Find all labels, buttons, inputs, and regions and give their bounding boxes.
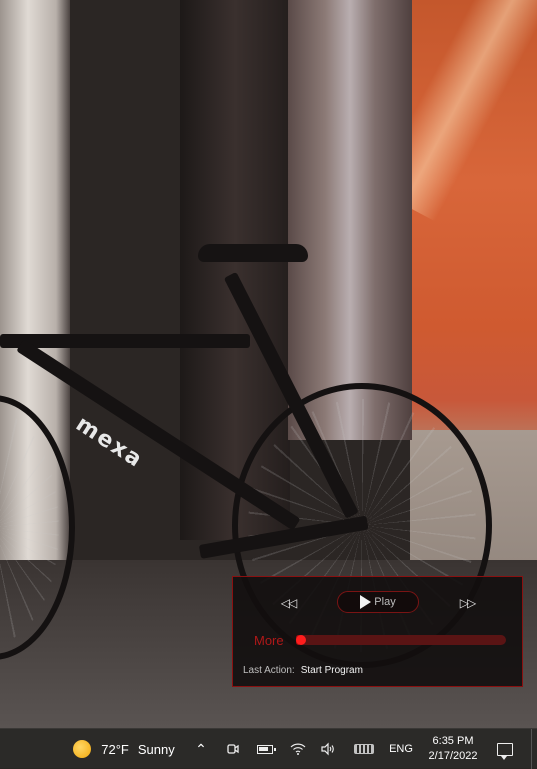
- last-action-value: Start Program: [300, 665, 363, 676]
- bicycle-seat: [198, 244, 308, 262]
- weather-condition: Sunny: [137, 741, 175, 757]
- more-button[interactable]: More: [254, 633, 284, 648]
- touch-keyboard-button[interactable]: [351, 729, 377, 769]
- show-desktop-button[interactable]: [531, 729, 537, 769]
- play-button[interactable]: Play: [337, 591, 419, 613]
- playback-controls: ◁◁ Play ▷▷: [233, 591, 522, 615]
- rewind-icon: ◁◁: [280, 596, 298, 610]
- rewind-button[interactable]: ◁◁: [276, 593, 300, 613]
- weather-widget[interactable]: 72°F Sunny: [66, 729, 182, 769]
- last-action-status: Last Action: Start Program: [243, 665, 363, 676]
- seek-bar[interactable]: [296, 635, 506, 645]
- play-icon: [360, 595, 372, 609]
- sun-icon: [73, 740, 92, 758]
- meet-now-button[interactable]: [220, 729, 246, 769]
- volume-button[interactable]: [315, 729, 341, 769]
- show-hidden-icons-button[interactable]: ⌃: [190, 729, 212, 769]
- seek-bar-thumb[interactable]: [296, 635, 306, 645]
- notification-icon: [497, 742, 513, 760]
- touch-keyboard-icon: [354, 744, 374, 754]
- play-button-label: Play: [374, 596, 396, 608]
- battery-button[interactable]: [252, 729, 278, 769]
- chevron-up-icon: ⌃: [195, 740, 207, 757]
- clock-button[interactable]: 6:35 PM 2/17/2022: [418, 729, 488, 769]
- clock-time: 6:35 PM: [432, 735, 474, 747]
- volume-icon: [321, 742, 334, 756]
- input-language-button[interactable]: ENG: [386, 729, 416, 769]
- weather-temperature: 72°F: [101, 741, 129, 757]
- battery-icon: [257, 744, 276, 754]
- network-button[interactable]: [285, 729, 311, 769]
- action-center-button[interactable]: [492, 729, 518, 769]
- last-action-label: Last Action:: [243, 665, 295, 676]
- meet-now-icon: [227, 744, 239, 754]
- clock-date: 2/17/2022: [428, 750, 478, 762]
- media-player-widget: ◁◁ Play ▷▷ More Last Action: Start Progra…: [232, 576, 523, 687]
- fast-forward-button[interactable]: ▷▷: [455, 593, 479, 613]
- wifi-icon: [290, 743, 306, 755]
- fast-forward-icon: ▷▷: [459, 596, 477, 610]
- taskbar: 72°F Sunny ⌃ ENG 6:35 PM 2/17/2022: [0, 728, 537, 769]
